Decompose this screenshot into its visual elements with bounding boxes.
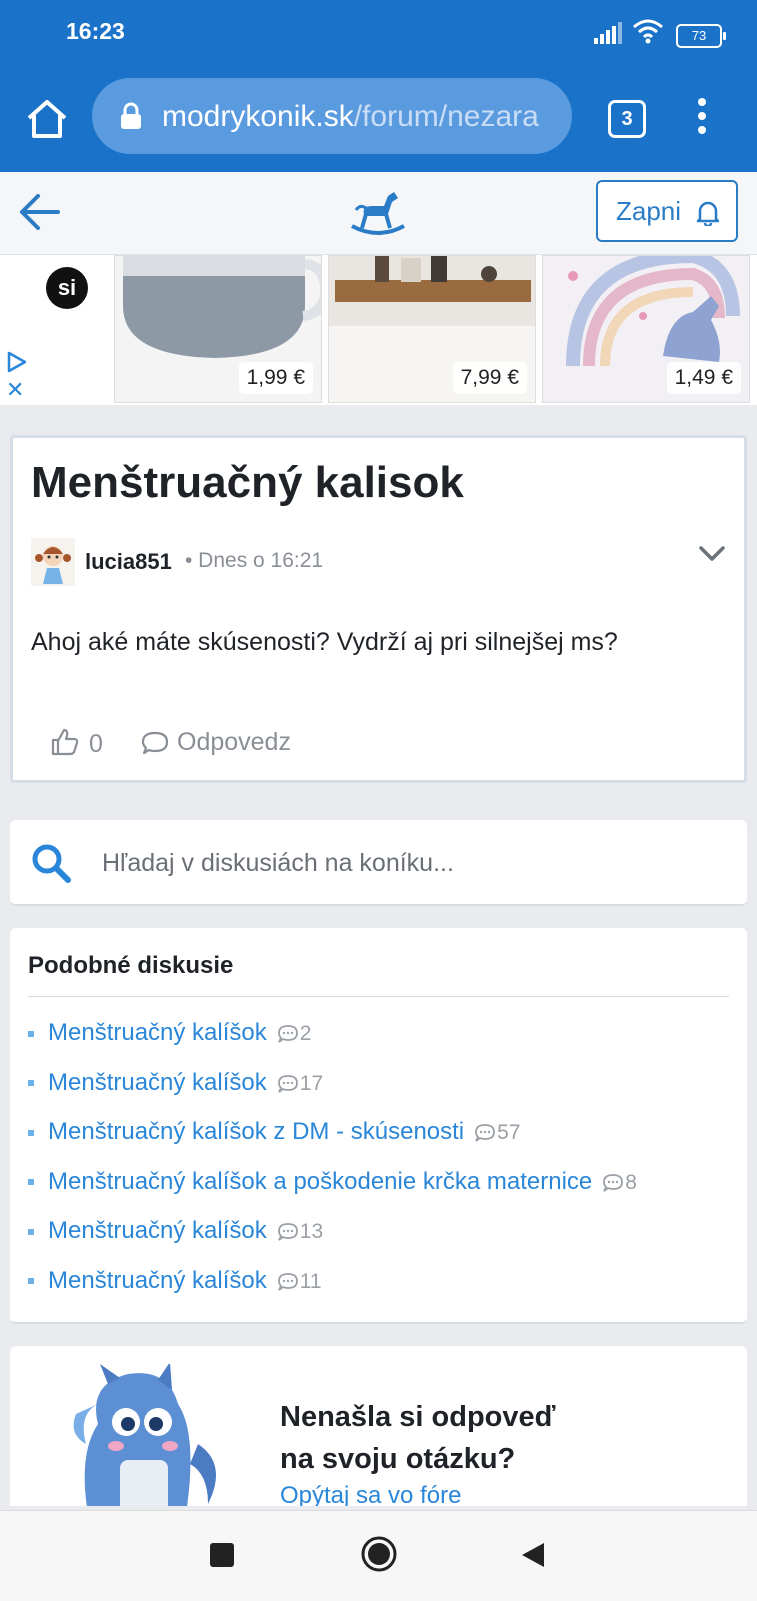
discussion-link[interactable]: Menštruačný kalíšok <box>48 1019 267 1046</box>
status-bar: 16:23 73 <box>0 0 757 66</box>
url-text: modrykonik.sk/forum/nezara <box>162 100 539 134</box>
list-item: Menštruačný kalíšok 13 <box>28 1206 637 1256</box>
comment-count: 13 <box>277 1220 323 1243</box>
ad-price: 1,99 € <box>238 362 313 394</box>
browser-toolbar: modrykonik.sk/forum/nezara 3 <box>0 66 757 172</box>
related-discussions: Podobné diskusie Menštruačný kalíšok 2 Me… <box>10 928 747 1324</box>
post-timestamp: • Dnes o 16:21 <box>185 549 324 572</box>
list-item: Menštruačný kalíšok a poškodenie krčka m… <box>28 1157 637 1207</box>
back-triangle-icon[interactable] <box>520 1541 546 1569</box>
search-icon[interactable] <box>30 842 72 884</box>
ad-price: 1,49 € <box>666 362 741 394</box>
divider <box>28 996 729 997</box>
discussion-link[interactable]: Menštruačný kalíšok z DM - skúsenosti <box>48 1118 464 1145</box>
ad-brand-logo: si <box>46 267 88 309</box>
forum-search <box>10 820 747 906</box>
comment-icon <box>141 732 169 755</box>
chevron-down-icon[interactable] <box>699 546 725 562</box>
list-item: Menštruačný kalíšok 11 <box>28 1256 637 1306</box>
status-time: 16:23 <box>66 18 125 44</box>
comment-count-value: 2 <box>299 1022 312 1045</box>
related-title: Podobné diskusie <box>28 952 234 979</box>
bullet <box>28 1080 34 1087</box>
list-item: Menštruačný kalíšok 17 <box>28 1058 637 1108</box>
ad-product-mug[interactable]: 1,99 € <box>114 255 322 403</box>
comment-icon <box>277 1025 298 1044</box>
forum-post: Menštruačný kalisok lucia851 • Dnes o 16… <box>10 435 747 783</box>
discussion-link[interactable]: Menštruačný kalíšok a poškodenie krčka m… <box>48 1168 592 1195</box>
comment-icon <box>475 1124 496 1143</box>
reply-button[interactable]: Odpovedz <box>141 728 291 757</box>
recent-apps-icon[interactable] <box>210 1543 234 1567</box>
comment-count-value: 8 <box>625 1170 637 1194</box>
bullet <box>28 1129 34 1136</box>
comment-icon <box>277 1223 298 1242</box>
like-count: 0 <box>89 730 103 758</box>
comment-icon <box>277 1075 298 1093</box>
bullet <box>28 1179 34 1186</box>
comment-count: 57 <box>474 1121 521 1144</box>
bullet <box>28 1278 34 1285</box>
ad-product-shelf[interactable]: 7,99 € <box>328 255 536 403</box>
list-item: Menštruačný kalíšok z DM - skúsenosti 57 <box>28 1107 637 1157</box>
promo-title-line2: na svoju otázku? <box>280 1443 516 1475</box>
subscribe-button[interactable]: Zapni <box>596 180 738 242</box>
back-arrow-icon[interactable] <box>18 192 60 232</box>
comment-count-value: 57 <box>497 1121 521 1144</box>
address-bar[interactable]: modrykonik.sk/forum/nezara <box>92 78 572 154</box>
discussion-link[interactable]: Menštruačný kalíšok <box>48 1217 267 1244</box>
overflow-menu-icon[interactable] <box>690 98 714 142</box>
ad-close-icon[interactable]: ✕ <box>6 377 24 403</box>
comment-count: 17 <box>277 1072 323 1095</box>
post-body: Ahoj aké máte skúsenosti? Vydrží aj pri … <box>31 628 618 656</box>
horse-mascot-illustration <box>73 1364 216 1506</box>
comment-count-value: 17 <box>299 1071 324 1095</box>
comment-icon <box>277 1273 298 1291</box>
search-input[interactable] <box>100 840 724 886</box>
subscribe-label: Zapni <box>616 196 682 226</box>
lock-icon <box>121 102 141 129</box>
ask-question-promo: Nenašla si odpoveď na svoju otázku? Opýt… <box>10 1346 747 1506</box>
ad-price: 7,99 € <box>452 362 527 394</box>
ad-product-rainbow[interactable]: 1,49 € <box>542 255 750 403</box>
reply-label: Odpovedz <box>177 728 291 756</box>
ad-banner[interactable]: si ✕ 1,99 € 7,99 € 1,49 € <box>0 255 757 405</box>
author-name[interactable]: lucia851 <box>85 549 172 575</box>
url-domain: modrykonik.sk <box>162 100 354 133</box>
site-header: Zapni <box>0 172 757 255</box>
tab-switcher-button[interactable]: 3 <box>608 100 646 138</box>
comment-count-value: 11 <box>299 1269 322 1293</box>
home-icon[interactable] <box>24 96 70 142</box>
post-title: Menštruačný kalisok <box>31 458 464 507</box>
related-list: Menštruačný kalíšok 2 Menštruačný kalíšok… <box>28 1008 637 1305</box>
promo-title-line1: Nenašla si odpoveď <box>280 1401 556 1433</box>
signal-icon <box>594 22 622 44</box>
ad-choices-icon[interactable] <box>6 351 28 373</box>
discussion-link[interactable]: Menštruačný kalíšok <box>48 1267 267 1294</box>
promo-title: Nenašla si odpoveď na svoju otázku? <box>280 1396 556 1480</box>
author-avatar[interactable] <box>31 538 75 586</box>
thumbs-up-icon[interactable] <box>51 728 79 756</box>
comment-icon <box>603 1174 624 1192</box>
bullet <box>28 1228 34 1235</box>
comment-count: 11 <box>277 1270 322 1293</box>
list-item: Menštruačný kalíšok 2 <box>28 1008 637 1058</box>
rocking-horse-logo-icon[interactable] <box>348 186 408 238</box>
bell-icon <box>696 201 720 226</box>
ask-forum-link[interactable]: Opýtaj sa vo fóre <box>280 1482 461 1506</box>
url-path: /forum/nezara <box>353 100 539 133</box>
system-nav-bar <box>0 1510 757 1601</box>
comment-count: 8 <box>602 1171 637 1194</box>
bullet <box>28 1030 34 1037</box>
discussion-link[interactable]: Menštruačný kalíšok <box>48 1069 267 1096</box>
home-circle-icon[interactable] <box>360 1535 398 1573</box>
comment-count: 2 <box>277 1022 312 1045</box>
battery-icon: 73 <box>676 24 726 48</box>
comment-count-value: 13 <box>299 1220 324 1243</box>
wifi-icon <box>633 19 663 44</box>
